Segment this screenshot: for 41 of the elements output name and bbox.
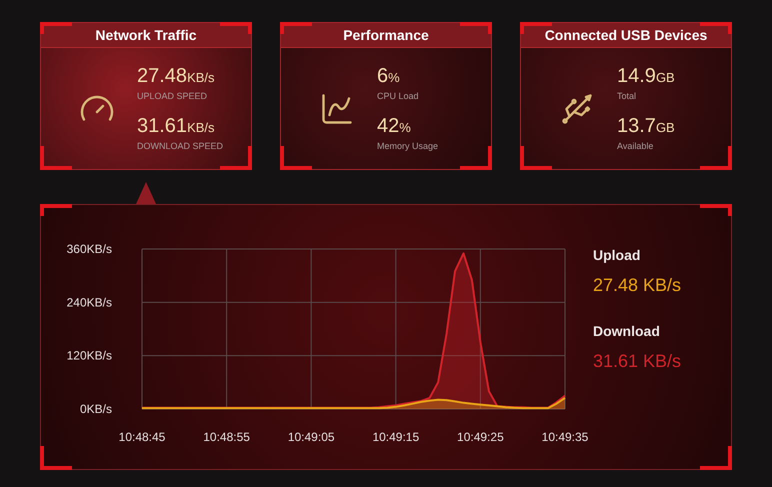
stat-value: 13.7GB: [617, 114, 675, 139]
stat-label: Memory Usage: [377, 140, 438, 153]
corner-bracket: [40, 204, 72, 216]
corner-bracket: [280, 146, 312, 170]
x-axis-label: 10:49:05: [288, 430, 335, 444]
corner-bracket: [520, 146, 552, 170]
status-card[interactable]: Performance 6% CPU Load 42% Memory Usage: [280, 22, 492, 170]
x-axis-label: 10:48:45: [118, 430, 166, 444]
stat-value: 6%: [377, 64, 401, 88]
x-axis-label: 10:49:35: [542, 430, 588, 444]
y-axis-label: 0KB/s: [80, 402, 112, 416]
stat-value: 14.9GB: [617, 64, 675, 88]
corner-bracket: [460, 146, 492, 170]
stat-label: UPLOAD SPEED: [137, 90, 208, 102]
legend-value: 27.48 KB/s: [593, 274, 682, 297]
y-axis-label: 120KB/s: [66, 348, 112, 363]
stat-label: CPU Load: [377, 90, 420, 102]
stat-label: DOWNLOAD SPEED: [137, 140, 224, 153]
corner-bracket: [40, 146, 72, 170]
stat-value: 31.61KB/s: [137, 114, 216, 139]
x-axis-label: 10:49:15: [372, 430, 420, 444]
y-axis-label: 360KB/s: [66, 242, 112, 256]
status-card[interactable]: Connected USB Devices 14.9GB Total 13.7GB Available: [520, 22, 732, 170]
corner-bracket: [700, 204, 732, 216]
legend-value: 31.61 KB/s: [593, 350, 682, 373]
stat-label: Available: [617, 140, 654, 153]
stat-value: 42%: [377, 114, 412, 139]
corner-bracket: [40, 446, 72, 470]
corner-bracket: [700, 146, 732, 170]
stat-value: 27.48KB/s: [137, 64, 216, 88]
card-title: Performance: [281, 23, 491, 48]
x-axis-label: 10:48:55: [203, 430, 250, 444]
status-card[interactable]: Network Traffic 27.48KB/s UPLOAD SPEED 31.61KB/s DOWNLOAD SPEED: [40, 22, 252, 170]
legend-title: Download: [593, 322, 661, 341]
corner-bracket: [700, 446, 732, 470]
x-axis-label: 10:49:25: [457, 430, 504, 444]
stat-label: Total: [617, 90, 638, 102]
card-title: Connected USB Devices: [521, 23, 731, 48]
y-axis-label: 240KB/s: [66, 295, 112, 310]
card-title: Network Traffic: [41, 23, 251, 48]
legend-title: Upload: [593, 246, 642, 265]
